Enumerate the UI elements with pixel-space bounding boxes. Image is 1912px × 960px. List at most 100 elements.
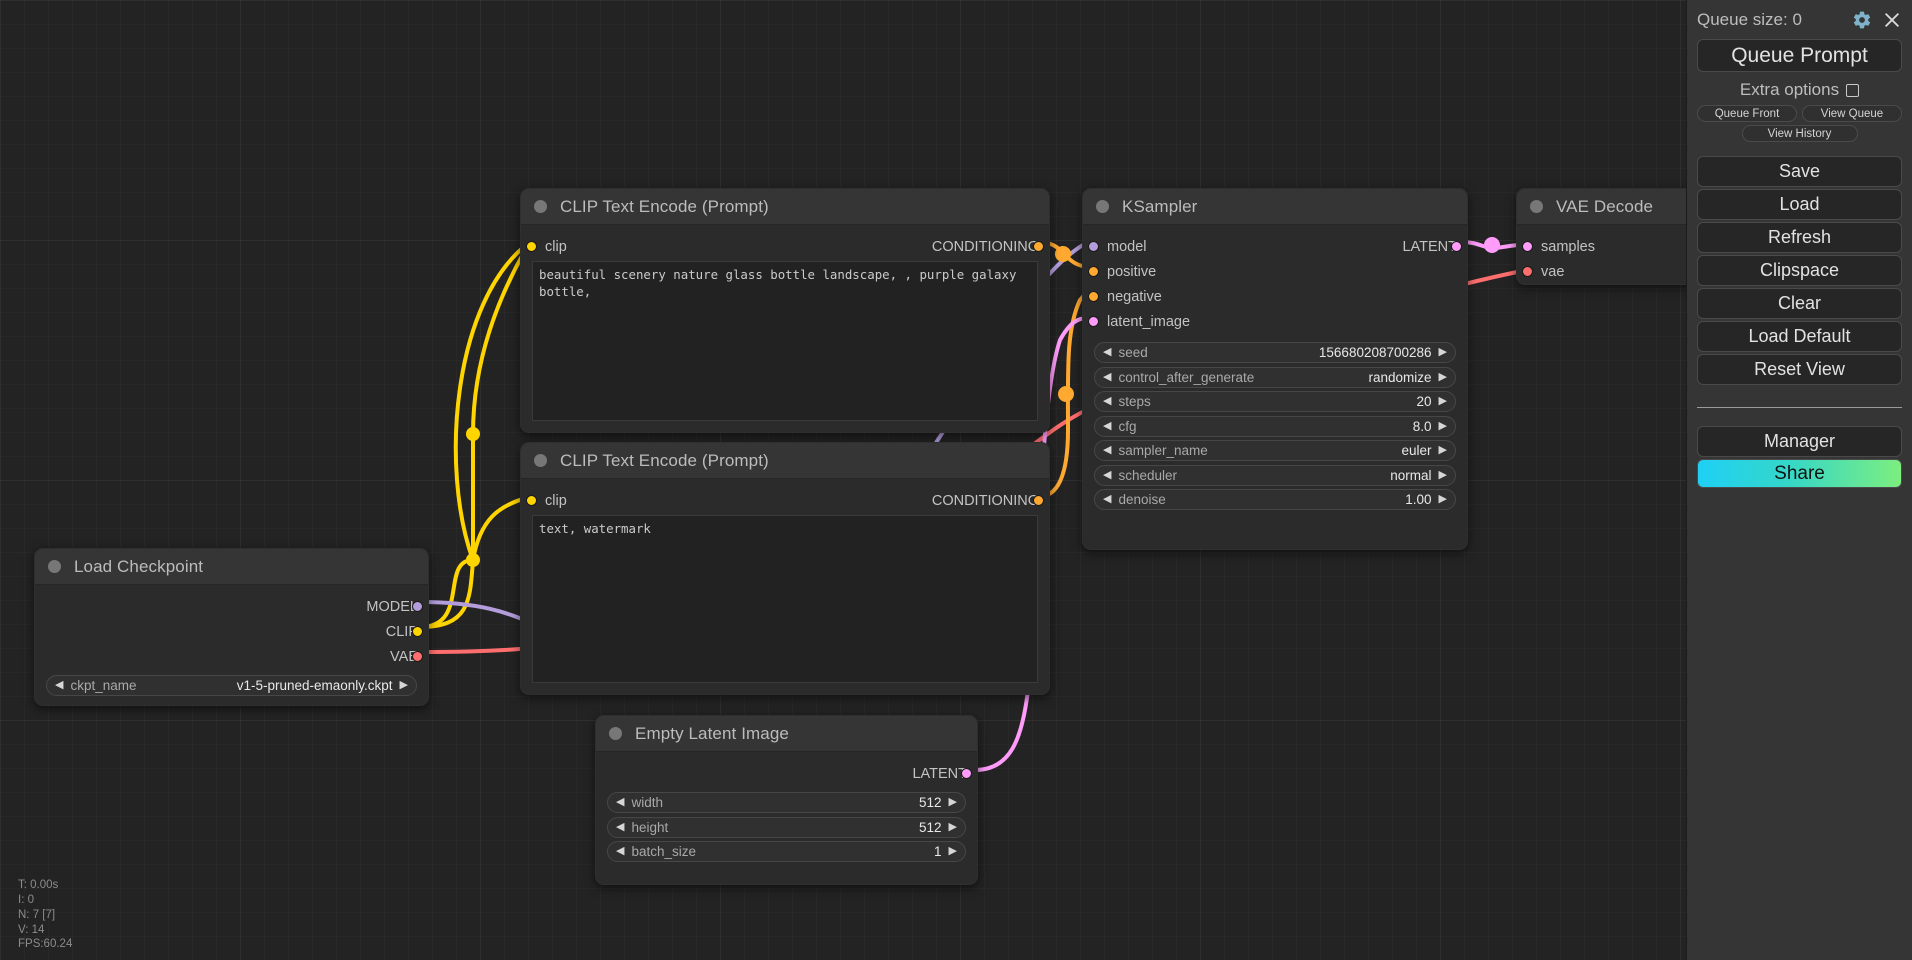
widget-steps[interactable]: ◀ steps 20 ▶ <box>1094 391 1456 412</box>
widget-value[interactable]: 156680208700286 <box>1319 345 1432 360</box>
node-title-bar[interactable]: Load Checkpoint <box>35 549 428 585</box>
widget-cfg[interactable]: ◀ cfg 8.0 ▶ <box>1094 415 1456 437</box>
node-load-checkpoint[interactable]: Load Checkpoint MODEL CLIP VAE ◀ ckpt_na… <box>34 548 429 706</box>
port-conditioning-icon[interactable] <box>1033 495 1044 506</box>
port-vae-icon[interactable] <box>412 651 423 662</box>
input-slot-clip[interactable]: clip <box>526 239 567 255</box>
prompt-textarea[interactable]: beautiful scenery nature glass bottle la… <box>532 261 1038 421</box>
widget-ckpt-name[interactable]: ◀ ckpt_name v1-5-pruned-emaonly.ckpt ▶ <box>46 675 417 696</box>
node-empty-latent-image[interactable]: Empty Latent Image LATENT ◀ width 512 ▶ … <box>595 715 978 885</box>
decrement-arrow-icon[interactable]: ◀ <box>616 797 624 808</box>
increment-arrow-icon[interactable]: ▶ <box>949 821 957 833</box>
increment-arrow-icon[interactable]: ▶ <box>949 846 957 857</box>
widget-scheduler[interactable]: ◀ scheduler normal ▶ <box>1094 464 1456 486</box>
extra-options-checkbox[interactable] <box>1846 83 1860 97</box>
port-conditioning-icon[interactable] <box>1088 266 1099 277</box>
port-latent-icon[interactable] <box>961 768 972 779</box>
node-ksampler[interactable]: KSampler model LATENT positive negative … <box>1082 188 1468 550</box>
widget-value[interactable]: euler <box>1402 443 1432 458</box>
input-slot-latent-image[interactable]: latent_image <box>1088 314 1190 330</box>
port-model-icon[interactable] <box>1088 241 1099 252</box>
output-slot-conditioning[interactable]: CONDITIONING <box>932 493 1044 509</box>
close-icon[interactable] <box>1882 10 1902 30</box>
decrement-arrow-icon[interactable]: ◀ <box>55 680 63 691</box>
extra-options-row[interactable]: Extra options <box>1697 80 1902 100</box>
decrement-arrow-icon[interactable]: ◀ <box>616 846 624 857</box>
node-collapse-dot[interactable] <box>609 727 622 740</box>
input-slot-positive[interactable]: positive <box>1088 264 1156 280</box>
increment-arrow-icon[interactable]: ▶ <box>1439 371 1447 383</box>
save-button[interactable]: Save <box>1697 156 1902 187</box>
node-title-bar[interactable]: VAE Decode <box>1517 189 1686 225</box>
widget-value[interactable]: 512 <box>919 820 942 835</box>
node-collapse-dot[interactable] <box>534 200 547 213</box>
clear-button[interactable]: Clear <box>1697 288 1902 319</box>
output-slot-latent[interactable]: LATENT <box>912 766 972 782</box>
gear-icon[interactable] <box>1852 10 1872 30</box>
output-slot-clip[interactable]: CLIP <box>386 624 423 640</box>
decrement-arrow-icon[interactable]: ◀ <box>1103 396 1111 407</box>
increment-arrow-icon[interactable]: ▶ <box>1439 396 1447 407</box>
decrement-arrow-icon[interactable]: ◀ <box>1103 371 1111 383</box>
widget-seed[interactable]: ◀ seed 156680208700286 ▶ <box>1094 342 1456 363</box>
reset-view-button[interactable]: Reset View <box>1697 354 1902 385</box>
input-slot-samples[interactable]: samples <box>1522 239 1595 255</box>
node-collapse-dot[interactable] <box>48 560 61 573</box>
widget-value[interactable]: 20 <box>1417 394 1432 409</box>
input-slot-negative[interactable]: negative <box>1088 289 1162 305</box>
port-clip-icon[interactable] <box>412 626 423 637</box>
input-slot-model[interactable]: model <box>1088 239 1147 255</box>
node-title-bar[interactable]: CLIP Text Encode (Prompt) <box>521 189 1049 225</box>
widget-batch-size[interactable]: ◀ batch_size 1 ▶ <box>607 841 966 862</box>
widget-value[interactable]: v1-5-pruned-emaonly.ckpt <box>237 678 393 693</box>
port-vae-icon[interactable] <box>1522 266 1533 277</box>
output-slot-model[interactable]: MODEL <box>366 599 423 615</box>
manager-button[interactable]: Manager <box>1697 426 1902 457</box>
view-history-button[interactable]: View History <box>1741 125 1858 142</box>
increment-arrow-icon[interactable]: ▶ <box>400 680 408 691</box>
clipspace-button[interactable]: Clipspace <box>1697 255 1902 286</box>
decrement-arrow-icon[interactable]: ◀ <box>1103 469 1111 481</box>
output-slot-latent[interactable]: LATENT <box>1402 239 1462 255</box>
widget-value[interactable]: randomize <box>1369 370 1432 385</box>
node-clip-text-encode-negative[interactable]: CLIP Text Encode (Prompt) clip CONDITION… <box>520 442 1050 695</box>
widget-value[interactable]: 1 <box>934 844 942 859</box>
increment-arrow-icon[interactable]: ▶ <box>949 797 957 808</box>
widget-value[interactable]: 512 <box>919 795 942 810</box>
node-collapse-dot[interactable] <box>1096 200 1109 213</box>
port-clip-icon[interactable] <box>526 495 537 506</box>
node-title-bar[interactable]: CLIP Text Encode (Prompt) <box>521 443 1049 479</box>
widget-sampler-name[interactable]: ◀ sampler_name euler ▶ <box>1094 440 1456 461</box>
decrement-arrow-icon[interactable]: ◀ <box>1103 420 1111 432</box>
graph-canvas[interactable]: CLIP Text Encode (Prompt) clip CONDITION… <box>0 0 1686 960</box>
widget-value[interactable]: 1.00 <box>1405 492 1431 507</box>
view-queue-button[interactable]: View Queue <box>1802 105 1902 122</box>
increment-arrow-icon[interactable]: ▶ <box>1439 420 1447 432</box>
decrement-arrow-icon[interactable]: ◀ <box>1103 347 1111 358</box>
node-collapse-dot[interactable] <box>1530 200 1543 213</box>
share-button[interactable]: Share <box>1697 459 1902 488</box>
load-button[interactable]: Load <box>1697 189 1902 220</box>
widget-value[interactable]: 8.0 <box>1413 419 1432 434</box>
decrement-arrow-icon[interactable]: ◀ <box>616 821 624 833</box>
input-slot-clip[interactable]: clip <box>526 493 567 509</box>
port-model-icon[interactable] <box>412 601 423 612</box>
prompt-textarea[interactable]: text, watermark <box>532 515 1038 683</box>
widget-height[interactable]: ◀ height 512 ▶ <box>607 816 966 838</box>
port-conditioning-icon[interactable] <box>1033 241 1044 252</box>
node-title-bar[interactable]: KSampler <box>1083 189 1467 225</box>
widget-control-after-generate[interactable]: ◀ control_after_generate randomize ▶ <box>1094 366 1456 388</box>
widget-denoise[interactable]: ◀ denoise 1.00 ▶ <box>1094 489 1456 510</box>
port-clip-icon[interactable] <box>526 241 537 252</box>
widget-value[interactable]: normal <box>1390 468 1431 483</box>
decrement-arrow-icon[interactable]: ◀ <box>1103 445 1111 456</box>
output-slot-conditioning[interactable]: CONDITIONING <box>932 239 1044 255</box>
decrement-arrow-icon[interactable]: ◀ <box>1103 494 1111 505</box>
increment-arrow-icon[interactable]: ▶ <box>1439 445 1447 456</box>
queue-prompt-button[interactable]: Queue Prompt <box>1697 39 1902 72</box>
port-latent-icon[interactable] <box>1088 316 1099 327</box>
node-title-bar[interactable]: Empty Latent Image <box>596 716 977 752</box>
increment-arrow-icon[interactable]: ▶ <box>1439 347 1447 358</box>
node-vae-decode[interactable]: VAE Decode samples vae <box>1516 188 1686 285</box>
increment-arrow-icon[interactable]: ▶ <box>1439 494 1447 505</box>
